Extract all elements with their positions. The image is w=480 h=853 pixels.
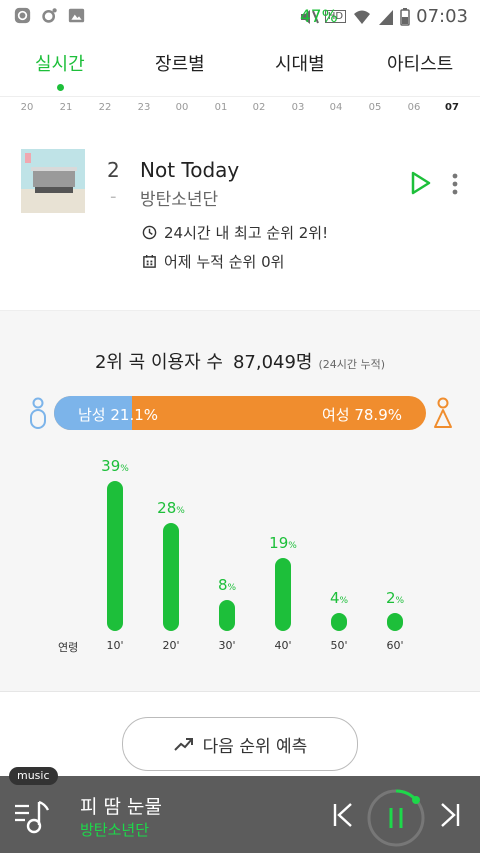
song-card: 2 - Not Today 방탄소년단 24시간 내 최고 순위 2위! 어제 …: [0, 118, 480, 310]
predict-section: 다음 순위 예측: [0, 691, 480, 777]
hour-tick[interactable]: 23: [129, 102, 159, 113]
trending-up-icon: [173, 738, 193, 751]
female-icon: [434, 397, 452, 428]
tab-artist[interactable]: 아티스트: [387, 50, 453, 76]
rank-change: -: [110, 186, 117, 207]
clock: 07:03: [416, 6, 468, 27]
male-share-label: 남성 21.1%: [78, 406, 159, 424]
age-tick-label: 20': [162, 639, 180, 652]
age-axis-label: 연령: [58, 641, 79, 654]
age-bar-value: 4%: [329, 589, 349, 607]
status-bar: HD 47% 07:03: [0, 0, 480, 32]
next-track-icon[interactable]: [438, 802, 462, 828]
pause-icon[interactable]: [366, 788, 426, 848]
hour-tick[interactable]: 05: [360, 102, 390, 113]
age-bar-value: 28%: [157, 499, 185, 517]
age-distribution-chart: 연령 39% 10' 28% 20' 8% 30' 19% 40' 4% 50' 2% 60': [0, 451, 480, 661]
hour-tick[interactable]: 06: [399, 102, 429, 113]
age-tick-label: 50': [330, 639, 348, 652]
predict-next-rank-label: 다음 순위 예측: [202, 736, 308, 757]
music-tag: music: [9, 767, 58, 785]
active-tab-indicator: [57, 84, 64, 91]
app-notification-icon-2: [42, 8, 57, 23]
age-tick-label: 10': [106, 639, 124, 652]
age-bar-value: 39%: [101, 457, 129, 475]
calendar-icon: [143, 254, 156, 268]
age-bar: [387, 613, 403, 631]
app-notification-icon: [14, 7, 31, 24]
wifi-icon: [354, 10, 371, 24]
tab-genre[interactable]: 장르별: [155, 50, 205, 76]
listener-count-note: (24시간 누적): [318, 358, 386, 371]
battery-icon: [400, 7, 410, 26]
female-share-label: 여성 78.9%: [321, 406, 402, 424]
hour-tick[interactable]: 02: [244, 102, 274, 113]
listener-count-label: 2위 곡 이용자 수: [94, 352, 223, 373]
album-cover[interactable]: [21, 149, 85, 213]
chart-tabs: 실시간 장르별 시대별 아티스트: [0, 32, 480, 94]
hour-tick-current[interactable]: 07: [437, 102, 467, 113]
age-bar: [275, 558, 291, 631]
now-playing-title[interactable]: 피 땀 눈물: [80, 792, 162, 819]
best-rank-text: 24시간 내 최고 순위 2위!: [164, 224, 329, 242]
age-bar: [107, 481, 123, 631]
more-options-icon[interactable]: [452, 173, 458, 195]
listener-stats: 2위 곡 이용자 수 87,049명 (24시간 누적) 남성 21.1% 여성 7…: [0, 310, 480, 691]
age-bar: [331, 613, 347, 631]
now-playing-artist[interactable]: 방탄소년단: [80, 819, 149, 840]
hour-tick[interactable]: 04: [321, 102, 351, 113]
song-title[interactable]: Not Today: [140, 158, 239, 182]
hour-tick[interactable]: 03: [283, 102, 313, 113]
age-tick-label: 40': [274, 639, 292, 652]
hour-timeline[interactable]: 20 21 22 23 00 01 02 03 04 05 06 07: [0, 96, 480, 117]
hour-tick[interactable]: 00: [167, 102, 197, 113]
battery-percent: 47%: [299, 6, 338, 27]
previous-track-icon[interactable]: [331, 802, 355, 828]
tab-era[interactable]: 시대별: [275, 50, 325, 76]
song-artist[interactable]: 방탄소년단: [140, 185, 218, 210]
age-bar: [163, 523, 179, 631]
hour-tick[interactable]: 01: [206, 102, 236, 113]
playlist-icon[interactable]: [12, 794, 54, 836]
listener-count-value: 87,049명: [232, 352, 313, 373]
age-tick-label: 60': [386, 639, 404, 652]
clock-icon: [142, 225, 157, 240]
listener-count: 2위 곡 이용자 수 87,049명 (24시간 누적): [0, 348, 480, 374]
signal-icon: [379, 9, 394, 25]
best-rank-row: 24시간 내 최고 순위 2위!: [142, 222, 328, 243]
hour-tick[interactable]: 21: [51, 102, 81, 113]
hour-tick[interactable]: 20: [12, 102, 42, 113]
cumulative-rank-text: 어제 누적 순위 0위: [164, 253, 285, 271]
age-bar: [219, 600, 235, 631]
male-icon: [30, 397, 46, 429]
rank-number: 2: [107, 158, 120, 182]
image-icon: [68, 8, 85, 23]
tab-realtime[interactable]: 실시간: [35, 50, 85, 76]
predict-next-rank-button[interactable]: 다음 순위 예측: [122, 717, 358, 771]
age-bar-value: 8%: [217, 576, 237, 594]
mini-player[interactable]: 피 땀 눈물 방탄소년단: [0, 776, 480, 853]
cumulative-rank-row: 어제 누적 순위 0위: [142, 251, 284, 272]
play-icon[interactable]: [410, 171, 432, 195]
age-tick-label: 30': [218, 639, 236, 652]
age-bar-value: 19%: [269, 534, 297, 552]
gender-ratio-bar: 남성 21.1% 여성 78.9%: [54, 396, 426, 430]
age-bar-value: 2%: [385, 589, 405, 607]
hour-tick[interactable]: 22: [90, 102, 120, 113]
